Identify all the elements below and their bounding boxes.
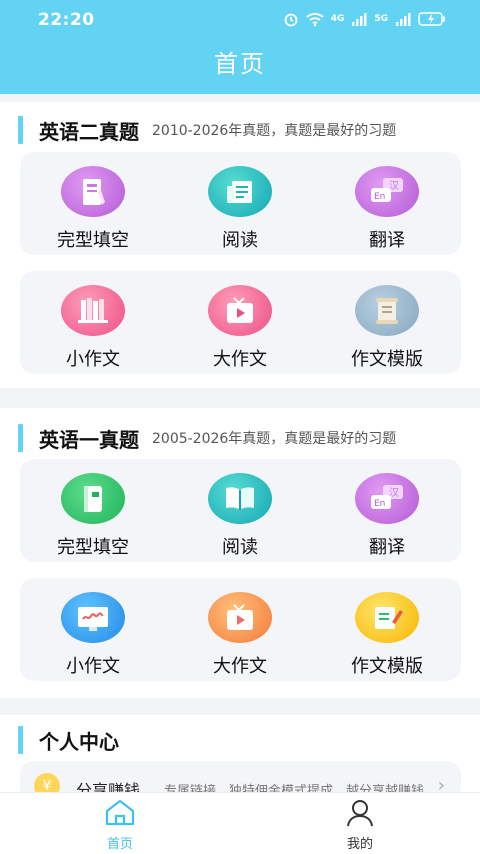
home-icon [105, 799, 135, 826]
item-translate[interactable]: 汉 En 翻译 [317, 166, 457, 252]
card-row: 完型填空 阅读 汉 En 翻译 [20, 459, 461, 562]
tab-label: 首页 [106, 837, 133, 852]
item-label: 作文模版 [351, 349, 423, 370]
network-5g-label: 5G [374, 14, 388, 24]
item-large-essay[interactable]: 大作文 [170, 285, 310, 371]
signal-icon [352, 13, 367, 26]
section-header: 英语一真题 2005-2026年真题，真题是最好的习题 [18, 424, 396, 452]
section-subtitle: 2010-2026年真题，真题是最好的习题 [152, 123, 397, 139]
section-header: 英语二真题 2010-2026年真题，真题是最好的习题 [18, 116, 396, 144]
reading-icon [208, 166, 272, 217]
item-essay-template[interactable]: 作文模版 [317, 592, 457, 678]
section-header: 个人中心 [18, 726, 119, 754]
item-small-essay[interactable]: 小作文 [23, 285, 163, 371]
item-label: 阅读 [222, 230, 258, 251]
item-label: 小作文 [66, 656, 120, 677]
bottom-tab-bar: 首页 我的 [0, 792, 480, 854]
alarm-icon [284, 13, 298, 27]
user-icon [347, 800, 373, 827]
status-bar: 22:20 4G 5G [0, 0, 480, 40]
card-row: 小作文 大作文 作文模版 [20, 578, 461, 681]
item-label: 翻译 [369, 537, 405, 558]
chevron-right-icon: › [437, 775, 445, 792]
section-english-1: 英语一真题 2005-2026年真题，真题是最好的习题 完型填空 阅读 汉En [0, 408, 480, 698]
item-label: 大作文 [213, 349, 267, 370]
edit-icon [355, 592, 419, 643]
books-icon [61, 285, 125, 336]
item-essay-template[interactable]: 作文模版 [317, 285, 457, 371]
item-cloze[interactable]: 完型填空 [23, 473, 163, 559]
section-accent-bar [18, 116, 23, 144]
tab-home[interactable]: 首页 [80, 799, 160, 852]
translate-icon: 汉 En [355, 473, 419, 524]
item-label: 完型填空 [57, 537, 129, 558]
item-reading[interactable]: 阅读 [170, 473, 310, 559]
tv-icon [208, 592, 272, 643]
wifi-icon [306, 13, 324, 27]
item-translate[interactable]: 汉 En 翻译 [317, 473, 457, 559]
cloze-icon [61, 166, 125, 217]
page-title: 首页 [214, 50, 266, 78]
item-label: 小作文 [66, 349, 120, 370]
section-accent-bar [18, 424, 23, 452]
battery-icon [418, 12, 445, 26]
section-title: 英语二真题 [39, 119, 139, 144]
status-icons: 4G 5G [283, 11, 446, 27]
status-time: 22:20 [38, 10, 95, 30]
section-title: 英语一真题 [39, 427, 139, 452]
coin-icon: ¥ [34, 773, 60, 792]
open-book-icon [208, 473, 272, 524]
item-small-essay[interactable]: 小作文 [23, 592, 163, 678]
card-row: 小作文 大作文 作文模版 [20, 271, 461, 374]
card-row: 完型填空 阅读 汉 En 翻译 [20, 152, 461, 255]
section-title: 个人中心 [39, 729, 119, 754]
svg-text:En: En [374, 192, 385, 202]
whiteboard-icon [61, 592, 125, 643]
book-icon [61, 473, 125, 524]
section-accent-bar [18, 726, 23, 754]
signal-icon [396, 13, 411, 26]
scroll-icon [355, 285, 419, 336]
share-description: 专属链接，独特佣金模式提成，越分享越赚钱 [164, 784, 425, 792]
item-label: 作文模版 [351, 656, 423, 677]
svg-text:En: En [374, 499, 385, 509]
main-content[interactable]: 英语二真题 2010-2026年真题，真题是最好的习题 完型填空 阅读 汉En [0, 94, 480, 792]
item-label: 完型填空 [57, 230, 129, 251]
share-title: 分享赚钱 [76, 781, 141, 792]
section-english-2: 英语二真题 2010-2026年真题，真题是最好的习题 完型填空 阅读 汉En [0, 102, 480, 388]
share-earn-row[interactable]: ¥ 分享赚钱 专属链接，独特佣金模式提成，越分享越赚钱 › [20, 761, 461, 792]
section-subtitle: 2005-2026年真题，真题是最好的习题 [152, 431, 397, 447]
tab-mine[interactable]: 我的 [320, 799, 400, 852]
network-4g-label: 4G [330, 14, 345, 24]
header-bar: 首页 [0, 40, 480, 94]
item-label: 阅读 [222, 537, 258, 558]
tab-label: 我的 [346, 837, 373, 852]
tv-icon [208, 285, 272, 336]
translate-icon: 汉 En [355, 166, 419, 217]
item-cloze[interactable]: 完型填空 [23, 166, 163, 252]
item-large-essay[interactable]: 大作文 [170, 592, 310, 678]
item-label: 翻译 [369, 230, 405, 251]
item-label: 大作文 [213, 656, 267, 677]
item-reading[interactable]: 阅读 [170, 166, 310, 252]
